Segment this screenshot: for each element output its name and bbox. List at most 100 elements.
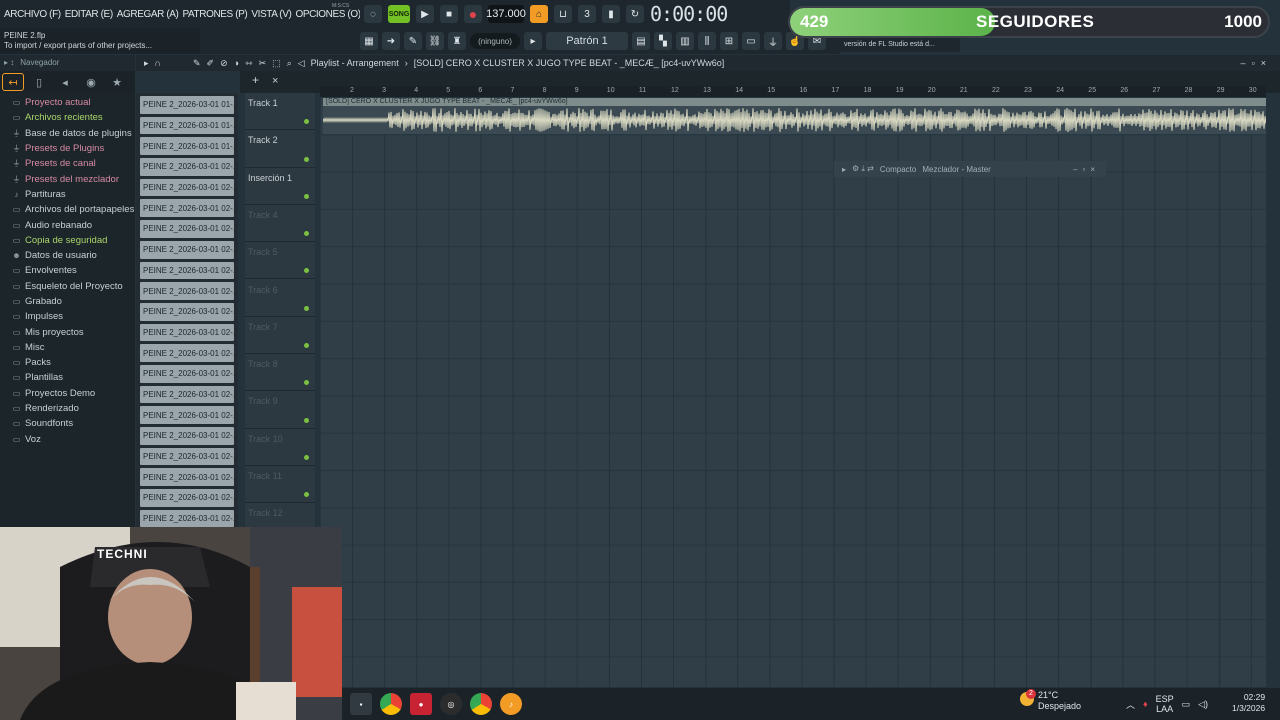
track-mute-led[interactable] — [304, 417, 309, 423]
mic-icon[interactable]: ♦ — [1143, 699, 1148, 709]
pattern-item[interactable]: PEINE 2_2026-03-01 02-... — [140, 509, 234, 527]
fl-studio-icon[interactable]: ♪ — [500, 693, 522, 715]
mixer-menu-icon[interactable]: ▸ — [842, 165, 846, 174]
pattern-selector[interactable]: Patrón 1 — [546, 32, 628, 50]
browser-item[interactable]: ♪ Partituras — [0, 187, 135, 202]
pattern-item[interactable]: PEINE 2_2026-03-01 01-... — [140, 96, 234, 114]
slice-icon[interactable]: ✂ — [259, 58, 267, 69]
track-mute-led[interactable] — [304, 492, 309, 498]
pattern-item[interactable]: PEINE 2_2026-03-01 02-... — [140, 261, 234, 280]
typing-keyboard-icon[interactable]: ▦ — [360, 32, 378, 50]
tray-expand-icon[interactable]: ︿ — [1126, 698, 1135, 711]
browser-item[interactable]: ▭ Mis proyectos — [0, 324, 135, 339]
pattern-item[interactable]: PEINE 2_2026-03-01 02-... — [140, 282, 234, 300]
menu-item[interactable]: ARCHIVO (F) — [4, 9, 61, 20]
track-header[interactable]: Track 2 — [245, 130, 315, 168]
browser-item[interactable]: ▭ Archivos recientes — [0, 110, 135, 125]
clock[interactable]: 02:29 1/3/2026 — [1232, 692, 1265, 714]
pattern-item[interactable]: PEINE 2_2026-03-01 02-... — [140, 158, 234, 176]
browser-plugins-tab[interactable]: ◉ — [80, 73, 102, 91]
wait-input-icon[interactable]: ⊔ — [554, 5, 572, 23]
track-header[interactable]: Track 9 — [245, 391, 315, 429]
pattern-item[interactable]: PEINE 2_2026-03-01 02-... — [140, 323, 234, 342]
brush-icon[interactable]: ✎ — [404, 32, 422, 50]
network-icon[interactable]: ▭ — [1182, 699, 1191, 710]
pattern-song-toggle[interactable]: ◌ — [364, 5, 382, 23]
browser-item[interactable]: ▭ Soundfonts — [0, 416, 135, 431]
pattern-item[interactable]: PEINE 2_2026-03-01 02-... — [140, 427, 234, 445]
playlist-menu-icon[interactable]: ▸ — [144, 58, 149, 69]
pattern-item[interactable]: PEINE 2_2026-03-01 02-... — [140, 489, 234, 507]
browser-item[interactable]: ▭ Audio rebanado — [0, 217, 135, 232]
close-track-icon[interactable]: × — [272, 75, 278, 87]
browser-item[interactable]: ▭ Renderizado — [0, 401, 135, 416]
browser-item[interactable]: ▭ Misc — [0, 340, 135, 355]
mixer-icon[interactable]: ⫼ — [698, 32, 716, 50]
arrow-icon[interactable]: ➜ — [382, 32, 400, 50]
track-mute-led[interactable] — [304, 193, 309, 199]
recorder-icon[interactable]: ● — [410, 693, 432, 715]
browser-item[interactable]: ▭ Copia de seguridad — [0, 233, 135, 248]
browser-item[interactable]: ⏚ Presets del mezclador — [0, 171, 135, 186]
metronome-icon[interactable]: ⌂ — [530, 5, 548, 23]
pattern-item[interactable]: PEINE 2_2026-03-01 02-... — [140, 344, 234, 362]
track-header[interactable]: Track 6 — [245, 280, 315, 317]
browser-item[interactable]: ☻ Datos de usuario — [0, 248, 135, 263]
browser-item[interactable]: ⏚ Base de datos de plugins — [0, 126, 135, 141]
mute-icon[interactable]: ◑ — [234, 58, 239, 68]
pattern-item[interactable]: PEINE 2_2026-03-01 02-... — [140, 178, 234, 197]
select-icon[interactable]: ⬚ — [272, 58, 281, 69]
pattern-item[interactable]: PEINE 2_2026-03-01 02-... — [140, 385, 234, 404]
mixer-mode[interactable]: Compacto — [880, 165, 916, 174]
channel-rack-icon[interactable]: ▥ — [676, 32, 694, 50]
track-header[interactable]: Track 1 — [245, 93, 315, 131]
browser-item[interactable]: ▭ Grabado — [0, 294, 135, 309]
obs-icon[interactable]: ◎ — [440, 693, 462, 715]
pattern-item[interactable]: PEINE 2_2026-03-01 02-... — [140, 302, 234, 321]
language-indicator[interactable]: ESP LAA — [1156, 694, 1174, 714]
browser-audio-tab[interactable]: ◂ — [54, 73, 76, 91]
browser-options-icon[interactable]: ▸ ↕ — [4, 58, 14, 68]
zoom-icon[interactable]: ⌕ — [287, 58, 292, 69]
pattern-arrow-icon[interactable]: ▸ — [524, 32, 542, 50]
arrangement-grid[interactable] — [320, 97, 1266, 687]
stamp-icon[interactable]: ♜ — [448, 32, 466, 50]
pattern-item[interactable]: PEINE 2_2026-03-01 02-... — [140, 199, 234, 218]
chrome-profile-icon[interactable] — [470, 693, 492, 715]
track-header[interactable]: Track 4 — [245, 205, 315, 243]
paint-icon[interactable]: ✐ — [207, 58, 215, 69]
pattern-item[interactable]: PEINE 2_2026-03-01 02-... — [140, 240, 234, 259]
pattern-item[interactable]: PEINE 2_2026-03-01 02-... — [140, 220, 234, 238]
app-icon[interactable]: ▪ — [350, 693, 372, 715]
browser-item[interactable]: ▭ Archivos del portapapeles — [0, 202, 135, 217]
news-ticker[interactable]: versión de FL Studio está d... — [840, 38, 960, 52]
timeline-ruler[interactable]: 2 3 4 5 6 7 8 9 10 11 12 13 14 15 16 17 18 19 20 21 22 23 24 25… — [320, 86, 1266, 97]
add-track-icon[interactable]: + — [252, 73, 259, 87]
play-button[interactable]: ▶ — [416, 5, 434, 23]
menu-item[interactable]: PATRONES (P) — [182, 9, 247, 20]
track-header[interactable]: Track 10 — [245, 429, 315, 466]
browser-icon[interactable]: ▭ — [742, 32, 760, 50]
pattern-item[interactable]: PEINE 2_2026-03-01 02-... — [140, 447, 234, 466]
browser-item[interactable]: ▭ Packs — [0, 355, 135, 370]
browser-starred-tab[interactable]: ★ — [106, 73, 128, 91]
track-mute-led[interactable] — [304, 156, 309, 162]
browser-item[interactable]: ▭ Envolventes — [0, 263, 135, 278]
tempo-display[interactable]: 137.000 — [486, 5, 526, 23]
track-mute-led[interactable] — [304, 231, 309, 237]
track-header[interactable]: Track 11 — [245, 466, 315, 504]
browser-item[interactable]: ▭ Esqueleto del Proyecto — [0, 279, 135, 294]
track-header[interactable]: Track 5 — [245, 242, 315, 280]
track-header[interactable]: Track 7 — [245, 317, 315, 355]
draw-icon[interactable]: ✎ — [193, 58, 201, 69]
track-mute-led[interactable] — [304, 268, 309, 274]
plugin-picker-icon[interactable]: ⊞ — [720, 32, 738, 50]
menu-item[interactable]: OPCIONES (O) — [295, 9, 360, 20]
playlist-icon[interactable]: ▤ — [632, 32, 650, 50]
track-header[interactable]: Track 8 — [245, 354, 315, 392]
piano-roll-icon[interactable]: ▚ — [654, 32, 672, 50]
slip-icon[interactable]: ⇿ — [245, 58, 253, 69]
step-edit-icon[interactable]: ▮ — [602, 5, 620, 23]
track-mute-led[interactable] — [304, 119, 309, 125]
menu-item[interactable]: EDITAR (E) — [65, 9, 113, 20]
